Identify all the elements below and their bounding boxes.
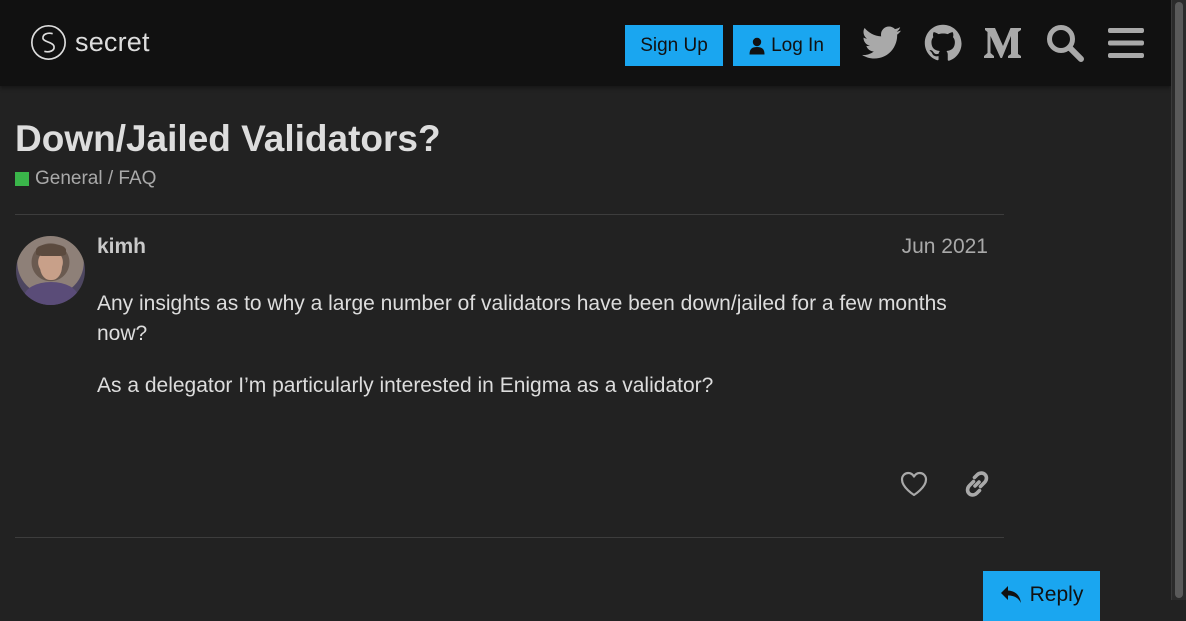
user-icon (749, 37, 765, 54)
link-icon (965, 471, 989, 497)
sign-up-button[interactable]: Sign Up (625, 25, 723, 66)
hamburger-menu-icon[interactable] (1105, 22, 1147, 64)
heart-icon (900, 471, 928, 497)
topic-title[interactable]: Down/Jailed Validators? (15, 118, 441, 160)
post-date[interactable]: Jun 2021 (902, 235, 988, 259)
divider (15, 537, 1004, 538)
copy-link-button[interactable] (959, 466, 995, 502)
medium-icon[interactable] (982, 22, 1024, 64)
scrollbar[interactable] (1171, 0, 1186, 600)
reply-icon (1000, 586, 1021, 603)
site-header: secret Sign Up Log In (0, 0, 1171, 86)
divider (15, 214, 1004, 215)
topic-category[interactable]: General / FAQ (15, 168, 156, 190)
post-paragraph: Any insights as to why a large number of… (97, 292, 947, 345)
post-username[interactable]: kimh (97, 235, 146, 259)
log-in-button[interactable]: Log In (733, 25, 840, 66)
github-icon[interactable] (922, 22, 964, 64)
avatar[interactable] (16, 236, 85, 305)
search-icon[interactable] (1044, 22, 1086, 64)
twitter-icon[interactable] (861, 22, 903, 64)
post-paragraph: As a delegator I’m particularly interest… (97, 374, 714, 397)
category-label: General / FAQ (35, 168, 157, 189)
post-body: Any insights as to why a large number of… (97, 289, 997, 423)
log-in-label: Log In (771, 34, 824, 56)
reply-label: Reply (1029, 583, 1084, 606)
secret-logo-icon (31, 25, 66, 60)
logo-text: secret (75, 27, 150, 57)
scrollbar-thumb[interactable] (1175, 2, 1183, 598)
category-color-swatch (15, 172, 29, 186)
site-logo[interactable]: secret (30, 24, 150, 61)
like-button[interactable] (896, 466, 932, 502)
reply-button[interactable]: Reply (983, 571, 1100, 621)
